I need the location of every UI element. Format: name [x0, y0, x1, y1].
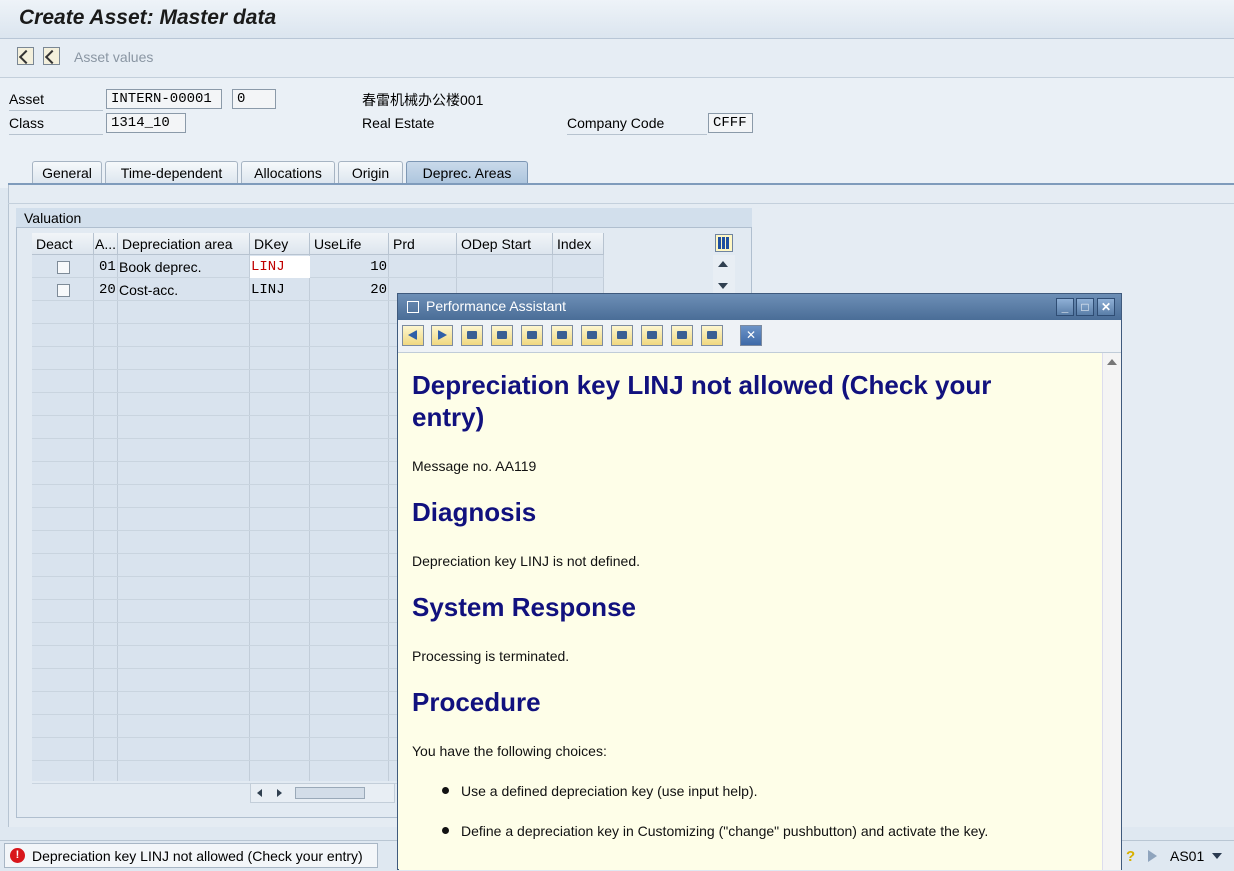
- column-header-odep-start[interactable]: ODep Start: [457, 233, 553, 255]
- scroll-up-icon[interactable]: [1107, 359, 1117, 365]
- system-response-text: Processing is terminated.: [412, 648, 570, 664]
- back-icon[interactable]: [402, 325, 424, 346]
- dkey-cell[interactable]: LINJ: [251, 279, 285, 301]
- label-underline: [9, 110, 103, 111]
- message-number: Message no. AA119: [412, 458, 537, 474]
- chevron-down-icon[interactable]: [1212, 853, 1222, 859]
- system-id: AS01: [1170, 848, 1205, 864]
- status-message-text: Depreciation key LINJ not allowed (Check…: [32, 848, 363, 864]
- scroll-down-icon[interactable]: [718, 283, 728, 289]
- column-header-prd[interactable]: Prd: [389, 233, 457, 255]
- column-header-depreciation-area[interactable]: Depreciation area: [118, 233, 250, 255]
- scroll-right-icon[interactable]: [277, 789, 282, 797]
- display-change-icon[interactable]: [43, 47, 60, 65]
- valuation-group-title: Valuation: [24, 210, 82, 226]
- table-vertical-scrollbar[interactable]: [713, 255, 735, 295]
- asset-subnumber-field[interactable]: 0: [232, 89, 276, 109]
- procedure-intro: You have the following choices:: [412, 743, 607, 759]
- label-underline: [9, 134, 103, 135]
- print-icon[interactable]: [701, 325, 723, 346]
- area-name-cell: Cost-acc.: [119, 282, 179, 298]
- close-button[interactable]: ✕: [1097, 298, 1115, 316]
- bullet-icon: [442, 787, 449, 794]
- label-underline: [567, 134, 707, 135]
- table-column: [250, 255, 310, 781]
- diagnosis-heading: Diagnosis: [412, 497, 537, 527]
- user-icon[interactable]: [581, 325, 603, 346]
- edit-icon[interactable]: [521, 325, 543, 346]
- tab-deprec-areas[interactable]: Deprec. Areas: [406, 161, 528, 183]
- dkey-input[interactable]: LINJ: [250, 256, 310, 278]
- area-number-cell: 01: [99, 259, 116, 275]
- tab-time-dependent[interactable]: Time-dependent: [105, 161, 238, 183]
- scroll-left-icon[interactable]: [257, 789, 262, 797]
- asset-description: 春雷机械办公楼001: [362, 92, 484, 108]
- column-header-uselife[interactable]: UseLife: [310, 233, 389, 255]
- popup-vertical-scrollbar[interactable]: [1102, 353, 1121, 870]
- deact-checkbox[interactable]: [57, 284, 70, 297]
- class-label: Class: [9, 115, 45, 131]
- window-icon[interactable]: [641, 325, 663, 346]
- table-column: [118, 255, 250, 781]
- table-column: [32, 255, 94, 781]
- play-icon[interactable]: [1148, 850, 1157, 862]
- table-column: [94, 255, 118, 781]
- popup-content: Depreciation key LINJ not allowed (Check…: [399, 353, 1102, 870]
- company-code-field[interactable]: CFFF: [708, 113, 753, 133]
- popup-toolbar: [398, 320, 1121, 353]
- deact-checkbox[interactable]: [57, 261, 70, 274]
- uselife-cell[interactable]: 20: [310, 279, 387, 301]
- message-heading: Depreciation key LINJ not allowed (Check…: [412, 370, 992, 432]
- other-asset-icon[interactable]: [17, 47, 34, 65]
- maximize-button[interactable]: □: [1076, 298, 1094, 316]
- column-header-index[interactable]: Index: [553, 233, 604, 255]
- tab-general[interactable]: General: [32, 161, 102, 183]
- area-name-cell: Book deprec.: [119, 259, 202, 275]
- page-title: Create Asset: Master data: [19, 6, 277, 29]
- copy-icon[interactable]: [671, 325, 693, 346]
- procedure-heading: Procedure: [412, 687, 541, 717]
- tab-origin[interactable]: Origin: [338, 161, 403, 183]
- uselife-cell[interactable]: 10: [310, 256, 387, 278]
- tab-allocations[interactable]: Allocations: [241, 161, 335, 183]
- diagnosis-text: Depreciation key LINJ is not defined.: [412, 553, 641, 569]
- column-header-deact[interactable]: Deact: [32, 233, 94, 255]
- scroll-up-icon[interactable]: [718, 261, 728, 267]
- popup-title-bar[interactable]: Performance Assistant _ □ ✕: [398, 294, 1121, 320]
- class-description: Real Estate: [362, 115, 435, 131]
- popup-title: Performance Assistant: [426, 298, 567, 314]
- help-icon[interactable]: ?: [1126, 848, 1135, 865]
- table-column: [310, 255, 389, 781]
- window-icon: [407, 301, 419, 313]
- table-icon[interactable]: [611, 325, 633, 346]
- system-response-heading: System Response: [412, 592, 636, 622]
- close-icon[interactable]: [740, 325, 762, 346]
- application-toolbar: Asset values: [0, 39, 1234, 78]
- forward-icon[interactable]: [431, 325, 453, 346]
- asset-label: Asset: [9, 91, 45, 107]
- scroll-thumb[interactable]: [295, 787, 365, 799]
- company-code-label: Company Code: [567, 115, 665, 131]
- class-field[interactable]: 1314_10: [106, 113, 186, 133]
- bullet-icon: [442, 827, 449, 834]
- column-header-area[interactable]: A...: [94, 233, 118, 255]
- asset-number-field[interactable]: INTERN-00001: [106, 89, 222, 109]
- minimize-button[interactable]: _: [1056, 298, 1074, 316]
- title-bar: Create Asset: Master data: [0, 0, 1234, 39]
- table-horizontal-scrollbar[interactable]: [250, 783, 395, 803]
- choice-item: Define a depreciation key in Customizing…: [461, 823, 989, 839]
- choice-item: Use a defined depreciation key (use inpu…: [461, 783, 758, 799]
- status-message[interactable]: ! Depreciation key LINJ not allowed (Che…: [4, 843, 378, 868]
- valuation-group-header: Valuation: [16, 208, 752, 228]
- table-settings-icon[interactable]: [715, 234, 733, 252]
- asset-values-button[interactable]: Asset values: [74, 49, 153, 65]
- settings-icon[interactable]: [551, 325, 573, 346]
- divider: [8, 203, 1234, 204]
- error-icon: !: [10, 848, 25, 863]
- technical-info-icon[interactable]: [461, 325, 483, 346]
- navigation-icon[interactable]: [491, 325, 513, 346]
- area-number-cell: 20: [99, 282, 116, 298]
- column-header-dkey[interactable]: DKey: [250, 233, 310, 255]
